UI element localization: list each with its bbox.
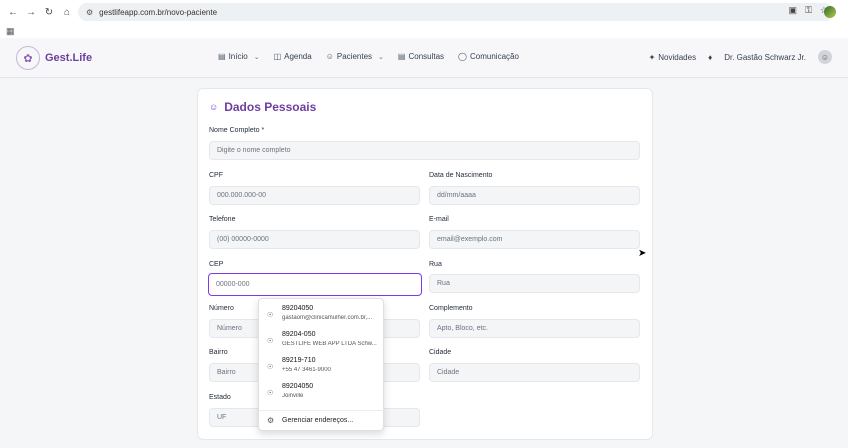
menu-item-consultas[interactable]: ▤ Consultas [398, 52, 444, 61]
novidades-button[interactable]: ✦ Novidades [649, 53, 697, 62]
autofill-suggestion[interactable]: ☉ 89204050 gastaom@clinicamulher.com.br,… [259, 302, 385, 326]
nascimento-label: Data de Nascimento [429, 172, 493, 179]
menu-item-label: Consultas [408, 52, 445, 61]
cep-input[interactable]: 00000-000 [208, 273, 422, 296]
card-title: ☺ Dados Pessoais [209, 100, 316, 114]
telefone-label: Telefone [209, 216, 236, 223]
location-pin-icon: ☉ [267, 390, 274, 397]
site-info-icon[interactable]: ⚙ [86, 8, 93, 17]
suggestion-secondary: +55 47 3461-9000 [282, 367, 331, 373]
browser-toolbar: ← → ↻ ⌂ ⚙ gestlifeapp.com.br/novo-pacien… [0, 0, 848, 24]
manage-addresses-label: Gerenciar endereços... [282, 417, 354, 424]
autofill-suggestion[interactable]: ☉ 89204050 Joinville [259, 380, 385, 404]
email-input[interactable]: email@exemplo.com [429, 230, 640, 249]
gear-icon: ⚙ [267, 416, 275, 425]
users-icon: ☺ [325, 52, 334, 61]
location-pin-icon: ☉ [267, 364, 274, 371]
main-menu: ▤ Início ⌄ ◫ Agenda ☺ Pacientes ⌄ ▤ Cons… [218, 52, 519, 61]
sparkle-icon: ✦ [648, 52, 656, 62]
address-bar[interactable]: ⚙ gestlifeapp.com.br/novo-paciente ▣ ⚿ ☆ [78, 3, 834, 21]
nome-label: Nome Completo * [209, 127, 265, 134]
bookmarks-bar: ▦ [0, 24, 848, 38]
menu-item-label: Comunicação [470, 52, 519, 61]
complemento-input[interactable]: Apto, Bloco, etc. [429, 319, 640, 338]
apps-grid-icon[interactable]: ▦ [6, 26, 15, 37]
home-icon[interactable]: ⌂ [60, 5, 74, 19]
autofill-dropdown: ☉ 89204050 gastaom@clinicamulher.com.br,… [258, 298, 385, 431]
url-text: gestlifeapp.com.br/novo-paciente [99, 7, 218, 17]
back-icon[interactable]: ← [6, 5, 20, 19]
manage-addresses-button[interactable]: ⚙ Gerenciar endereços... [259, 410, 385, 430]
forward-icon[interactable]: → [24, 5, 38, 19]
cidade-label: Cidade [429, 349, 452, 356]
clipboard-icon: ▤ [397, 52, 406, 61]
suggestion-secondary: Joinville [282, 393, 304, 399]
suggestion-primary: 89204050 [282, 305, 314, 312]
bell-icon: ♦ [708, 52, 713, 62]
rua-label: Rua [429, 261, 442, 268]
user-icon: ☺ [209, 102, 219, 112]
suggestion-secondary: GESTLIFE WEB APP LTDA Schw... [282, 341, 377, 347]
autofill-suggestion[interactable]: ☉ 89219-710 +55 47 3461-9000 [259, 354, 385, 378]
calendar-icon: ◫ [273, 52, 282, 61]
email-label: E-mail [429, 216, 449, 223]
menu-item-pacientes[interactable]: ☺ Pacientes ⌄ [326, 52, 384, 61]
telefone-input[interactable]: (00) 00000-0000 [209, 230, 420, 249]
logo-icon[interactable]: ✿ [16, 46, 40, 70]
autofill-suggestion[interactable]: ☉ 89204-050 GESTLIFE WEB APP LTDA Schw..… [259, 328, 385, 352]
menu-item-label: Pacientes [336, 52, 373, 61]
rua-input[interactable]: Rua [429, 274, 640, 293]
complemento-label: Complemento [429, 305, 473, 312]
logo-text[interactable]: Gest.Life [45, 52, 92, 64]
estado-label: Estado [209, 394, 231, 401]
chevron-down-icon: ⌄ [253, 53, 260, 61]
notifications-button[interactable]: ♦ [708, 53, 712, 62]
location-pin-icon: ☉ [267, 338, 274, 345]
reload-icon[interactable]: ↻ [42, 5, 56, 19]
menu-item-label: Início [228, 52, 248, 61]
mouse-cursor-icon: ➤ [638, 248, 647, 259]
cpf-input[interactable]: 000.000.000-00 [209, 186, 420, 205]
novidades-label: Novidades [658, 52, 697, 62]
chat-icon: ◯ [458, 52, 467, 61]
suggestion-primary: 89204-050 [282, 331, 316, 338]
bar-chart-icon: ▤ [218, 52, 226, 61]
cep-label: CEP [209, 261, 224, 268]
location-pin-icon: ☉ [267, 312, 274, 319]
suggestion-primary: 89219-710 [282, 357, 316, 364]
chevron-down-icon: ⌄ [378, 53, 384, 61]
key-icon[interactable]: ⚿ [805, 5, 812, 16]
menu-item-comunicacao[interactable]: ◯ Comunicação [458, 52, 519, 61]
menu-item-inicio[interactable]: ▤ Início ⌄ [218, 52, 260, 61]
section-title: Dados Pessoais [224, 100, 317, 114]
numero-label: Número [209, 305, 234, 312]
cpf-label: CPF [209, 172, 223, 179]
cidade-input[interactable]: Cidade [429, 363, 640, 382]
nascimento-input[interactable]: dd/mm/aaaa [429, 186, 640, 205]
user-menu[interactable]: Dr. Gastão Schwarz Jr. [724, 53, 806, 62]
user-name: Dr. Gastão Schwarz Jr. [724, 52, 806, 62]
profile-icon[interactable] [824, 6, 836, 18]
bairro-label: Bairro [209, 349, 228, 356]
menu-item-agenda[interactable]: ◫ Agenda [274, 52, 312, 61]
menu-item-label: Agenda [284, 52, 312, 61]
nome-input[interactable]: Digite o nome completo [209, 141, 640, 160]
suggestion-primary: 89204050 [282, 383, 314, 390]
suggestion-secondary: gastaom@clinicamulher.com.br,... [282, 315, 373, 321]
avatar[interactable]: ☺ [818, 50, 832, 64]
app-header: ✿ Gest.Life ▤ Início ⌄ ◫ Agenda ☺ Pacien… [0, 38, 848, 78]
cast-icon[interactable]: ▣ [789, 5, 798, 16]
